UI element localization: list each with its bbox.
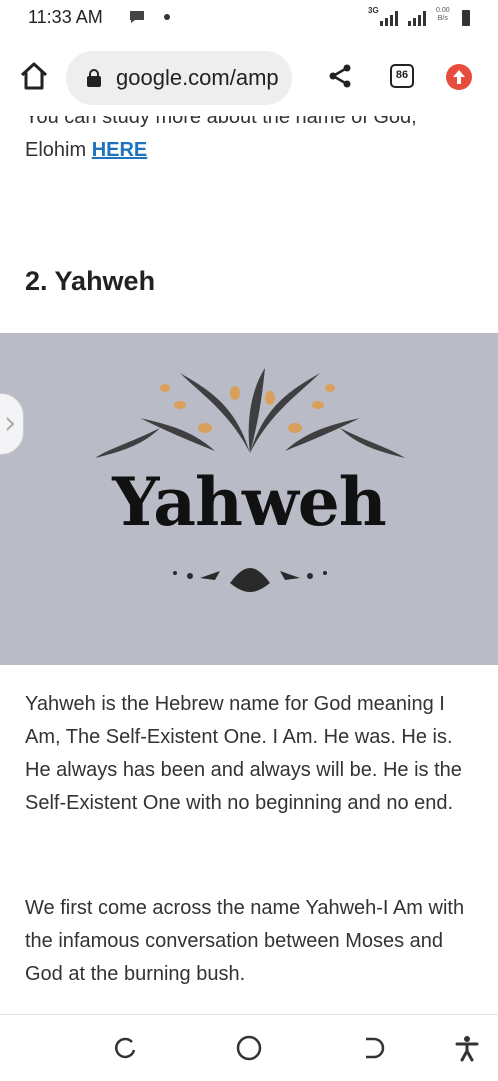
back-icon[interactable]: [358, 1033, 388, 1063]
accessibility-icon[interactable]: [452, 1033, 482, 1063]
message-icon: [128, 9, 146, 30]
paragraph-burning-bush: We first come across the name Yahweh-I A…: [25, 897, 465, 985]
side-panel-handle[interactable]: [0, 393, 24, 455]
update-icon[interactable]: [446, 64, 472, 90]
lock-icon: [87, 69, 101, 87]
tabs-icon[interactable]: 86: [390, 64, 414, 88]
network-type: 3G: [368, 6, 379, 15]
section-heading: 2. Yahweh: [25, 266, 156, 296]
signal-icon: [380, 11, 398, 26]
intro-text: You can study more about the name of God…: [25, 116, 417, 161]
status-bar: 11:33 AM 3G 0.00 B/s: [0, 0, 498, 36]
home-icon[interactable]: [16, 58, 52, 94]
speed-unit: B/s: [437, 15, 448, 22]
address-bar[interactable]: google.com/amp: [66, 51, 292, 105]
page-content[interactable]: You can study more about the name of God…: [0, 116, 498, 1014]
network-speed: 0.00 B/s: [436, 7, 450, 23]
status-indicators: 3G 0.00 B/s: [368, 6, 472, 30]
notification-dot-icon: [164, 14, 170, 20]
share-icon[interactable]: [326, 62, 354, 90]
hero-title: Yahweh: [112, 463, 387, 541]
here-link[interactable]: HERE: [92, 139, 148, 161]
home-circle-icon[interactable]: [234, 1033, 264, 1063]
status-time: 11:33 AM: [28, 7, 103, 27]
paragraph-yahweh-meaning: Yahweh is the Hebrew name for God meanin…: [25, 693, 462, 814]
signal-icon: [408, 11, 426, 26]
intro-paragraph: You can study more about the name of God…: [25, 116, 475, 167]
system-nav-bar: [0, 1014, 498, 1081]
url-text: google.com/amp: [116, 65, 279, 90]
hero-image: Yahweh: [0, 333, 498, 665]
browser-toolbar: google.com/amp 86: [0, 36, 498, 116]
speed-value: 0.00: [436, 7, 450, 14]
recents-icon[interactable]: [110, 1033, 140, 1063]
battery-icon: [462, 10, 470, 26]
